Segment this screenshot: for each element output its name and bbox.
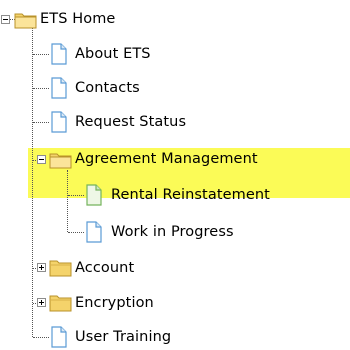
tree-connector-about [33,54,49,55]
tree-connector-training [33,337,49,338]
folder-open-icon [14,13,37,29]
tree-item-rental-reinstatement[interactable]: Rental Reinstatement [111,185,270,205]
tree-item-contacts[interactable]: Contacts [75,78,140,98]
tree-item-user-training[interactable]: User Training [75,327,171,347]
tree-item-account[interactable]: Account [75,258,134,278]
folder-open-icon [49,153,72,169]
tree-connector-rental [68,195,84,196]
tree-connector-wip [68,232,84,233]
root-collapse-toggle[interactable] [1,15,10,24]
folder-icon [49,260,72,277]
folder-icon [49,295,72,312]
account-expand-toggle[interactable] [37,263,46,272]
tree-item-encryption[interactable]: Encryption [75,293,154,313]
page-icon [51,43,67,65]
tree-item-about-ets[interactable]: About ETS [75,44,151,64]
tree-item-request-status[interactable]: Request Status [75,112,186,132]
tree-connector-main [32,25,33,337]
tree-item-agreement-management[interactable]: Agreement Management [75,149,258,169]
page-icon [51,111,67,133]
navigation-tree: ETS Home About ETS Contacts Request Stat… [0,0,350,350]
encryption-expand-toggle[interactable] [37,298,46,307]
tree-item-work-in-progress[interactable]: Work in Progress [111,222,234,242]
page-icon [86,221,102,243]
page-icon [51,326,67,348]
tree-item-ets-home[interactable]: ETS Home [40,9,115,29]
page-green-icon [86,184,102,206]
tree-connector-request [33,122,49,123]
tree-connector-contacts [33,88,49,89]
agreement-management-collapse-toggle[interactable] [37,155,46,164]
page-icon [51,77,67,99]
tree-connector-sub [67,170,68,232]
